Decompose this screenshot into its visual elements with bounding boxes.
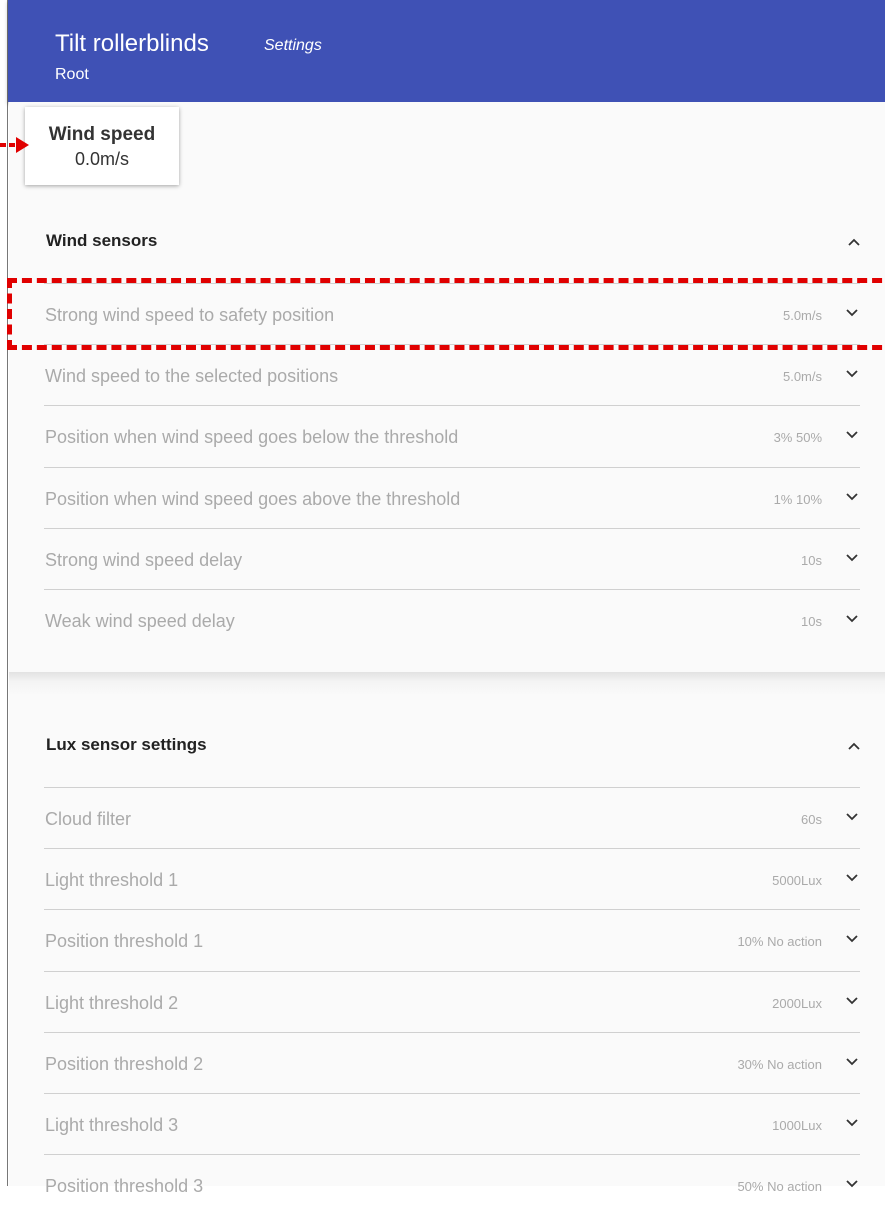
section-title-wind-sensors[interactable]: Wind sensors: [46, 231, 157, 251]
chevron-down-icon[interactable]: [844, 870, 860, 886]
setting-label: Position threshold 2: [45, 1053, 204, 1074]
wind-speed-label: Wind speed: [48, 124, 156, 145]
setting-value: 1% 10%: [773, 491, 822, 507]
setting-label: Light threshold 3: [45, 1115, 179, 1135]
setting-label: Light threshold 1: [45, 870, 179, 891]
section-title-lux-settings[interactable]: Lux sensor settings: [46, 735, 207, 755]
setting-row[interactable]: Light threshold 3 1000Lux: [44, 1093, 860, 1153]
setting-value: 3% 50%: [773, 430, 822, 446]
section-divider: [9, 672, 885, 696]
chevron-down-icon[interactable]: [844, 427, 860, 443]
setting-label: Wind speed to the selected positions: [45, 366, 339, 387]
chevron-down-icon[interactable]: [844, 1054, 860, 1070]
setting-value: 50% No action: [737, 1179, 822, 1195]
wind-speed-card: Wind speed 0.0m/s: [25, 107, 179, 185]
setting-label: Weak wind speed delay: [45, 611, 235, 631]
chevron-up-icon[interactable]: [846, 738, 862, 754]
breadcrumb[interactable]: Root: [55, 66, 89, 84]
setting-label: Cloud filter: [45, 809, 132, 829]
setting-value: 10s: [801, 552, 822, 568]
chevron-down-icon[interactable]: [844, 611, 860, 627]
chevron-up-icon[interactable]: [846, 234, 862, 250]
page-subtitle: Settings: [264, 37, 322, 54]
wind-speed-value: 0.0m/s: [74, 149, 130, 169]
setting-row[interactable]: Cloud filter 60s: [44, 787, 860, 847]
setting-value: 60s: [801, 812, 822, 827]
setting-row[interactable]: Wind speed to the selected positions 5.0m…: [44, 344, 860, 404]
setting-row[interactable]: Weak wind speed delay 10s: [44, 589, 860, 649]
setting-value: 10s: [801, 614, 822, 629]
setting-row[interactable]: Position threshold 3 50% No action: [44, 1154, 860, 1214]
setting-value: 5000Lux: [772, 873, 822, 889]
app-header: Tilt rollerblinds Settings Root: [8, 0, 885, 102]
chevron-down-icon[interactable]: [844, 550, 860, 566]
chevron-down-icon[interactable]: [844, 931, 860, 947]
setting-value: 2000Lux: [772, 995, 822, 1011]
setting-row[interactable]: Position when wind speed goes above the …: [44, 466, 860, 527]
setting-value: 5.0m/s: [782, 369, 822, 385]
setting-label: Position when wind speed goes below the …: [45, 427, 459, 448]
setting-row[interactable]: Light threshold 1 5000Lux: [44, 848, 860, 908]
setting-row[interactable]: Strong wind speed delay 10s: [44, 527, 860, 588]
setting-row[interactable]: Light threshold 2 2000Lux: [44, 970, 860, 1031]
setting-label: Position when wind speed goes above the …: [45, 488, 461, 509]
setting-label: Strong wind speed delay: [45, 549, 243, 570]
chevron-down-icon[interactable]: [844, 489, 860, 505]
setting-value: 10% No action: [737, 934, 822, 950]
setting-label: Position threshold 3: [45, 1176, 204, 1197]
setting-value: 30% No action: [737, 1056, 822, 1072]
highlight-box: [7, 278, 885, 350]
setting-row[interactable]: Position threshold 2 30% No action: [44, 1031, 860, 1092]
chevron-down-icon[interactable]: [844, 993, 860, 1009]
setting-value: 1000Lux: [772, 1118, 822, 1133]
setting-row[interactable]: Position threshold 1 10% No action: [44, 909, 860, 969]
window-left-edge: [0, 0, 8, 1186]
setting-label: Position threshold 1: [45, 931, 204, 952]
setting-row[interactable]: Position when wind speed goes below the …: [44, 405, 860, 465]
chevron-down-icon[interactable]: [844, 809, 860, 825]
arrow-right-icon: [0, 137, 29, 153]
chevron-down-icon[interactable]: [844, 1115, 860, 1131]
setting-label: Light threshold 2: [45, 992, 179, 1013]
page-title: Tilt rollerblinds: [55, 30, 209, 57]
chevron-down-icon[interactable]: [844, 366, 860, 382]
chevron-down-icon[interactable]: [844, 1176, 860, 1192]
